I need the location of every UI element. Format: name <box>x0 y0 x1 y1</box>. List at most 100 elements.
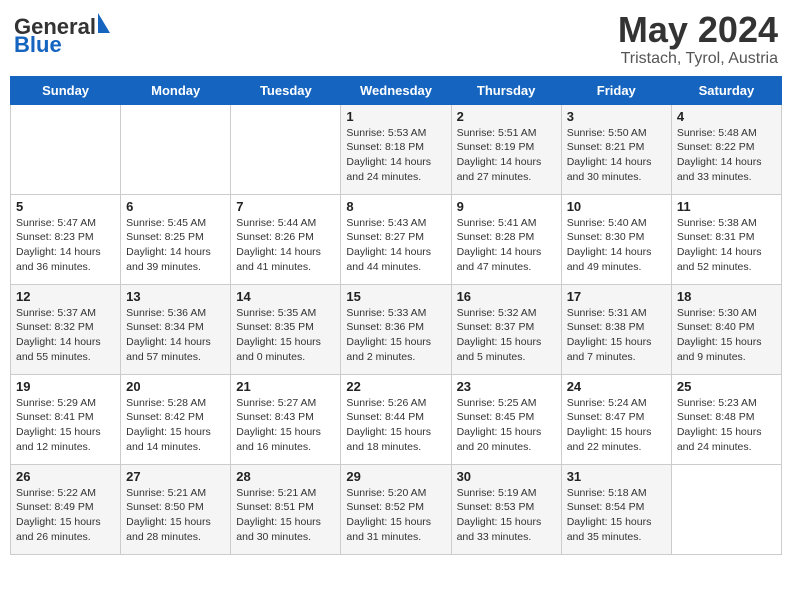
day-number: 23 <box>457 379 556 394</box>
calendar-cell: 13Sunrise: 5:36 AMSunset: 8:34 PMDayligh… <box>121 284 231 374</box>
day-info: Sunrise: 5:43 AMSunset: 8:27 PMDaylight:… <box>346 216 445 275</box>
day-number: 16 <box>457 289 556 304</box>
calendar-cell: 11 Sunrise: 5:38 AMSunset: 8:31 PMDayligh… <box>671 194 781 284</box>
day-number: 18 <box>677 289 776 304</box>
day-number: 2 <box>457 109 556 124</box>
calendar-table: SundayMondayTuesdayWednesdayThursdayFrid… <box>10 76 782 555</box>
day-number: 5 <box>16 199 115 214</box>
weekday-header-monday: Monday <box>121 76 231 104</box>
day-number: 30 <box>457 469 556 484</box>
day-number: 1 <box>346 109 445 124</box>
day-number: 22 <box>346 379 445 394</box>
calendar-cell: 3 Sunrise: 5:50 AMSunset: 8:21 PMDaylight… <box>561 104 671 194</box>
calendar-cell: 14 Sunrise: 5:35 AMSunset: 8:35 PMDayligh… <box>231 284 341 374</box>
day-info: Sunrise: 5:37 AMSunset: 8:32 PMDaylight:… <box>16 306 115 365</box>
day-info: Sunrise: 5:41 AMSunset: 8:28 PMDaylight:… <box>457 216 556 275</box>
calendar-cell: 1 Sunrise: 5:53 AMSunset: 8:18 PMDaylight… <box>341 104 451 194</box>
calendar-cell: 21 Sunrise: 5:27 AMSunset: 8:43 PMDayligh… <box>231 374 341 464</box>
day-number: 13 <box>126 289 225 304</box>
calendar-cell: 20Sunrise: 5:28 AMSunset: 8:42 PMDayligh… <box>121 374 231 464</box>
calendar-cell: 27 Sunrise: 5:21 AMSunset: 8:50 PMDayligh… <box>121 464 231 554</box>
day-number: 11 <box>677 199 776 214</box>
calendar-cell: 8Sunrise: 5:43 AMSunset: 8:27 PMDaylight… <box>341 194 451 284</box>
calendar-cell <box>671 464 781 554</box>
calendar-week-row: 19Sunrise: 5:29 AMSunset: 8:41 PMDayligh… <box>11 374 782 464</box>
calendar-cell: 7 Sunrise: 5:44 AMSunset: 8:26 PMDaylight… <box>231 194 341 284</box>
title-area: May 2024 Tristach, Tyrol, Austria <box>618 10 778 68</box>
day-number: 29 <box>346 469 445 484</box>
day-number: 12 <box>16 289 115 304</box>
weekday-header-friday: Friday <box>561 76 671 104</box>
calendar-cell: 12 Sunrise: 5:37 AMSunset: 8:32 PMDayligh… <box>11 284 121 374</box>
day-number: 27 <box>126 469 225 484</box>
location-title: Tristach, Tyrol, Austria <box>618 50 778 68</box>
calendar-cell: 10 Sunrise: 5:40 AMSunset: 8:30 PMDayligh… <box>561 194 671 284</box>
calendar-cell: 28Sunrise: 5:21 AMSunset: 8:51 PMDayligh… <box>231 464 341 554</box>
logo: General Blue <box>14 16 110 56</box>
day-number: 9 <box>457 199 556 214</box>
weekday-header-sunday: Sunday <box>11 76 121 104</box>
day-info: Sunrise: 5:53 AMSunset: 8:18 PMDaylight:… <box>346 126 445 185</box>
calendar-week-row: 1 Sunrise: 5:53 AMSunset: 8:18 PMDaylight… <box>11 104 782 194</box>
day-number: 7 <box>236 199 335 214</box>
calendar-cell: 16 Sunrise: 5:32 AMSunset: 8:37 PMDayligh… <box>451 284 561 374</box>
calendar-cell: 17 Sunrise: 5:31 AMSunset: 8:38 PMDayligh… <box>561 284 671 374</box>
day-number: 14 <box>236 289 335 304</box>
calendar-cell: 4 Sunrise: 5:48 AMSunset: 8:22 PMDaylight… <box>671 104 781 194</box>
calendar-cell: 22 Sunrise: 5:26 AMSunset: 8:44 PMDayligh… <box>341 374 451 464</box>
weekday-header-thursday: Thursday <box>451 76 561 104</box>
day-info: Sunrise: 5:19 AMSunset: 8:53 PMDaylight:… <box>457 486 556 545</box>
calendar-cell <box>121 104 231 194</box>
day-number: 21 <box>236 379 335 394</box>
day-info: Sunrise: 5:31 AMSunset: 8:38 PMDaylight:… <box>567 306 666 365</box>
calendar-cell: 19Sunrise: 5:29 AMSunset: 8:41 PMDayligh… <box>11 374 121 464</box>
day-info: Sunrise: 5:51 AMSunset: 8:19 PMDaylight:… <box>457 126 556 185</box>
weekday-header-saturday: Saturday <box>671 76 781 104</box>
month-title: May 2024 <box>618 10 778 50</box>
day-info: Sunrise: 5:40 AMSunset: 8:30 PMDaylight:… <box>567 216 666 275</box>
day-info: Sunrise: 5:28 AMSunset: 8:42 PMDaylight:… <box>126 396 225 455</box>
day-number: 25 <box>677 379 776 394</box>
day-number: 4 <box>677 109 776 124</box>
calendar-cell <box>11 104 121 194</box>
day-number: 3 <box>567 109 666 124</box>
day-info: Sunrise: 5:48 AMSunset: 8:22 PMDaylight:… <box>677 126 776 185</box>
day-number: 17 <box>567 289 666 304</box>
calendar-cell: 25 Sunrise: 5:23 AMSunset: 8:48 PMDayligh… <box>671 374 781 464</box>
header: General Blue May 2024 Tristach, Tyrol, A… <box>10 10 782 68</box>
calendar-cell: 5 Sunrise: 5:47 AMSunset: 8:23 PMDaylight… <box>11 194 121 284</box>
day-info: Sunrise: 5:47 AMSunset: 8:23 PMDaylight:… <box>16 216 115 275</box>
calendar-cell: 23 Sunrise: 5:25 AMSunset: 8:45 PMDayligh… <box>451 374 561 464</box>
weekday-header-tuesday: Tuesday <box>231 76 341 104</box>
day-number: 10 <box>567 199 666 214</box>
calendar-cell: 29 Sunrise: 5:20 AMSunset: 8:52 PMDayligh… <box>341 464 451 554</box>
day-info: Sunrise: 5:22 AMSunset: 8:49 PMDaylight:… <box>16 486 115 545</box>
calendar-cell: 31Sunrise: 5:18 AMSunset: 8:54 PMDayligh… <box>561 464 671 554</box>
calendar-cell: 18Sunrise: 5:30 AMSunset: 8:40 PMDayligh… <box>671 284 781 374</box>
calendar-week-row: 26 Sunrise: 5:22 AMSunset: 8:49 PMDayligh… <box>11 464 782 554</box>
calendar-week-row: 5 Sunrise: 5:47 AMSunset: 8:23 PMDaylight… <box>11 194 782 284</box>
day-number: 26 <box>16 469 115 484</box>
day-info: Sunrise: 5:26 AMSunset: 8:44 PMDaylight:… <box>346 396 445 455</box>
day-info: Sunrise: 5:27 AMSunset: 8:43 PMDaylight:… <box>236 396 335 455</box>
day-info: Sunrise: 5:50 AMSunset: 8:21 PMDaylight:… <box>567 126 666 185</box>
calendar-cell: 6Sunrise: 5:45 AMSunset: 8:25 PMDaylight… <box>121 194 231 284</box>
calendar-cell: 26 Sunrise: 5:22 AMSunset: 8:49 PMDayligh… <box>11 464 121 554</box>
day-info: Sunrise: 5:38 AMSunset: 8:31 PMDaylight:… <box>677 216 776 275</box>
day-info: Sunrise: 5:25 AMSunset: 8:45 PMDaylight:… <box>457 396 556 455</box>
day-info: Sunrise: 5:45 AMSunset: 8:25 PMDaylight:… <box>126 216 225 275</box>
day-info: Sunrise: 5:21 AMSunset: 8:50 PMDaylight:… <box>126 486 225 545</box>
day-number: 24 <box>567 379 666 394</box>
day-info: Sunrise: 5:23 AMSunset: 8:48 PMDaylight:… <box>677 396 776 455</box>
day-number: 31 <box>567 469 666 484</box>
day-info: Sunrise: 5:33 AMSunset: 8:36 PMDaylight:… <box>346 306 445 365</box>
weekday-header-wednesday: Wednesday <box>341 76 451 104</box>
day-info: Sunrise: 5:20 AMSunset: 8:52 PMDaylight:… <box>346 486 445 545</box>
day-info: Sunrise: 5:21 AMSunset: 8:51 PMDaylight:… <box>236 486 335 545</box>
day-info: Sunrise: 5:35 AMSunset: 8:35 PMDaylight:… <box>236 306 335 365</box>
calendar-cell: 30 Sunrise: 5:19 AMSunset: 8:53 PMDayligh… <box>451 464 561 554</box>
day-info: Sunrise: 5:32 AMSunset: 8:37 PMDaylight:… <box>457 306 556 365</box>
day-info: Sunrise: 5:44 AMSunset: 8:26 PMDaylight:… <box>236 216 335 275</box>
day-info: Sunrise: 5:24 AMSunset: 8:47 PMDaylight:… <box>567 396 666 455</box>
calendar-cell <box>231 104 341 194</box>
